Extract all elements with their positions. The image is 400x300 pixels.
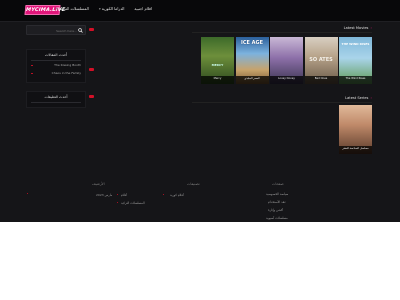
poster-art-text: SO ATES xyxy=(309,57,333,63)
latest-movies-row: MERCY Mercy ICE AGE العصر الجليدي Lovey … xyxy=(201,37,372,84)
poster-art-text: MERCY xyxy=(211,63,224,67)
section-title-label: Latest Series xyxy=(345,96,369,100)
section-marker-icon xyxy=(89,95,94,98)
poster-art-text: THE WIND RISES xyxy=(341,42,370,46)
recent-comments-widget: أحدث التعليقات xyxy=(26,91,86,108)
page: MYCIMA.LIVE افلام اجنبية الدراما الكورية… xyxy=(0,0,400,222)
chevron-down-icon: ▾ xyxy=(98,6,101,11)
main-nav: افلام اجنبية الدراما الكورية▾ المسلسلات … xyxy=(56,6,152,11)
bullet-icon xyxy=(31,64,33,66)
nav-item-korean-drama[interactable]: الدراما الكورية▾ xyxy=(99,6,125,11)
chevron-right-icon: › xyxy=(369,96,372,100)
poster-caption: Lovey Dovey xyxy=(270,76,303,84)
latest-series-row: مسلسل السادسة العشر xyxy=(339,105,372,154)
main-content: Latest Movies › MERCY Mercy ICE AGE العص… xyxy=(192,25,372,154)
nav-item-label: المسلسلات التركية xyxy=(58,6,89,11)
footer-link[interactable]: مسلسلات آسيوية xyxy=(266,216,288,220)
series-poster[interactable]: مسلسل السادسة العشر xyxy=(339,105,372,154)
footer-column-title: تصنيفات xyxy=(187,182,200,186)
poster-caption: Mercy xyxy=(201,76,234,84)
list-item[interactable]: Chaos in the Family xyxy=(27,69,85,77)
poster-art-text: ICE AGE xyxy=(240,40,264,46)
list-item-label: Chaos in the Family xyxy=(51,71,81,75)
bullet-icon xyxy=(117,202,119,204)
movie-poster[interactable]: Lovey Dovey xyxy=(270,37,303,84)
search-input[interactable] xyxy=(29,27,77,34)
site-header: MYCIMA.LIVE افلام اجنبية الدراما الكورية… xyxy=(0,0,400,22)
footer-link[interactable]: المسلسلات التركية xyxy=(121,201,145,205)
section-title-label: Latest Movies xyxy=(343,26,369,30)
sidebar: أحدث المقالات The Kissing Booth Chaos in… xyxy=(26,25,94,108)
widget-title: أحدث المقالات xyxy=(44,53,68,57)
nav-item-turkish-series[interactable]: المسلسلات التركية▾ xyxy=(56,6,89,11)
section-marker-icon xyxy=(89,68,94,71)
footer-column-title: صفحات xyxy=(272,182,284,186)
chevron-down-icon: ▾ xyxy=(55,6,58,11)
recent-posts-widget: أحدث المقالات The Kissing Booth Chaos in… xyxy=(26,49,86,83)
latest-movies-header: Latest Movies › xyxy=(192,25,372,33)
search-icon[interactable] xyxy=(78,28,83,33)
nav-item-label: افلام اجنبية xyxy=(134,6,152,11)
bullet-icon xyxy=(163,194,165,196)
section-marker-icon xyxy=(89,28,94,31)
nav-item-foreign-movies[interactable]: افلام اجنبية xyxy=(134,6,152,11)
bullet-icon xyxy=(27,193,29,195)
widget-title: أحدث التعليقات xyxy=(44,95,68,99)
section-title[interactable]: Latest Movies › xyxy=(344,26,372,31)
section-title[interactable]: Latest Series › xyxy=(345,96,372,101)
site-footer: صفحات سياسة الخصوصية عقد الأستخدام تصنيف… xyxy=(0,180,400,222)
footer-link[interactable]: عقد الأستخدام xyxy=(268,200,286,204)
latest-series-header: Latest Series › xyxy=(192,95,372,103)
footer-link[interactable]: أكشن وإثارة xyxy=(268,208,283,212)
movie-poster[interactable]: SO ATES Bad Ones xyxy=(304,37,338,84)
chevron-right-icon: › xyxy=(369,26,372,30)
movie-poster[interactable]: THE WIND RISES The Wind Rises xyxy=(339,37,372,84)
movie-poster[interactable]: MERCY Mercy xyxy=(201,37,234,84)
footer-link[interactable]: مارس 2023 xyxy=(96,193,112,197)
bullet-icon xyxy=(31,72,33,74)
list-item-label: The Kissing Booth xyxy=(54,63,81,67)
poster-caption: مسلسل السادسة العشر xyxy=(339,146,372,154)
search-box xyxy=(26,25,86,35)
footer-link[interactable]: سياسة الخصوصية xyxy=(266,192,288,196)
footer-link[interactable]: أفلام كورية xyxy=(170,193,184,197)
poster-caption: The Wind Rises xyxy=(339,76,372,84)
poster-caption: Bad Ones xyxy=(304,76,338,84)
bullet-icon xyxy=(117,194,119,196)
poster-caption: العصر الجليدي xyxy=(235,76,269,84)
nav-item-label: الدراما الكورية xyxy=(101,6,125,11)
list-item[interactable]: The Kissing Booth xyxy=(27,61,85,69)
footer-link[interactable]: أفلام xyxy=(121,193,127,197)
footer-column-title: الأرشيف xyxy=(92,182,105,186)
movie-poster[interactable]: ICE AGE العصر الجليدي xyxy=(235,37,269,84)
